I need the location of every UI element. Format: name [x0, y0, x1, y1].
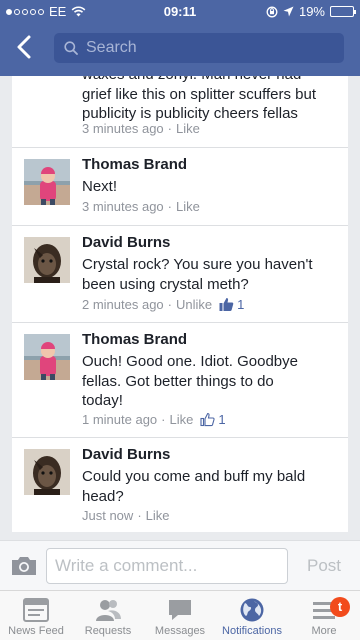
messages-icon	[169, 600, 191, 620]
comment-author[interactable]: David Burns	[82, 234, 170, 251]
comment-timestamp: 2 minutes ago	[82, 297, 164, 312]
comment-timestamp: Just now	[82, 508, 134, 523]
like-button[interactable]: Like	[176, 121, 200, 136]
comment-meta: 1 minute ago · Like 1	[82, 412, 226, 427]
like-count[interactable]: 1	[200, 412, 226, 427]
comment-input[interactable]	[46, 548, 288, 584]
comment-author[interactable]: David Burns	[82, 446, 170, 463]
like-button[interactable]: Like	[146, 508, 170, 523]
post-button[interactable]: Post	[296, 549, 352, 583]
battery-percentage: 19%	[298, 4, 325, 19]
avatar[interactable]	[24, 334, 70, 380]
unlike-button[interactable]: Unlike	[176, 297, 212, 312]
thumbs-up-icon	[219, 298, 234, 311]
comment-meta: Just now · Like	[82, 508, 170, 523]
like-count[interactable]: 1	[219, 297, 244, 312]
comment-text: waxes and zonyl. Man never had grief lik…	[82, 76, 316, 122]
battery-icon	[330, 6, 356, 17]
camera-icon[interactable]	[10, 555, 38, 577]
comment-timestamp: 3 minutes ago	[82, 199, 164, 214]
comment-timestamp: 1 minute ago	[82, 412, 158, 427]
tab-news-feed[interactable]: News Feed	[0, 591, 72, 640]
comment-text: Next!	[82, 178, 118, 195]
avatar[interactable]	[24, 237, 70, 283]
thumbs-up-outline-icon	[200, 412, 215, 427]
rotation-lock-icon	[266, 6, 278, 17]
tab-requests[interactable]: Requests	[72, 591, 144, 640]
comment-text: Crystal rock? You sure you haven't been …	[82, 256, 313, 293]
comment-meta: 3 minutes ago · Like	[82, 199, 200, 214]
like-button[interactable]: Like	[176, 199, 200, 214]
tab-messages[interactable]: Messages	[144, 591, 216, 640]
notification-badge: t	[330, 597, 350, 617]
comment-composer: Post	[0, 540, 360, 590]
comment-text: Ouch! Good one. Idiot. Goodbye fellas. G…	[82, 353, 298, 409]
comment-list: waxes and zonyl. Man never had grief lik…	[12, 76, 348, 532]
search-input[interactable]	[86, 39, 316, 57]
comment-author[interactable]: Thomas Brand	[82, 156, 187, 173]
comment-item: Thomas Brand Ouch! Good one. Idiot. Good…	[12, 322, 348, 437]
like-button[interactable]: Like	[170, 412, 194, 427]
comment-item: waxes and zonyl. Man never had grief lik…	[12, 76, 348, 146]
location-arrow-icon	[283, 6, 294, 17]
comment-item: David Burns Crystal rock? You sure you h…	[12, 225, 348, 322]
comment-author[interactable]: Thomas Brand	[82, 331, 187, 348]
comment-meta: 3 minutes ago · Like	[82, 121, 200, 136]
comment-item: David Burns Could you come and buff my b…	[12, 437, 348, 532]
news-feed-icon	[23, 598, 49, 622]
comment-timestamp: 3 minutes ago	[82, 121, 164, 136]
globe-icon	[240, 598, 264, 622]
search-icon	[64, 41, 78, 55]
comment-item: Thomas Brand Next! 3 minutes ago · Like	[12, 147, 348, 225]
tab-notifications[interactable]: Notifications	[216, 591, 288, 640]
back-arrow-icon[interactable]	[14, 34, 36, 60]
avatar[interactable]	[24, 449, 70, 495]
friend-requests-icon	[96, 600, 121, 621]
search-bar[interactable]	[54, 33, 344, 63]
avatar[interactable]	[24, 159, 70, 205]
tab-bar: News Feed Requests Messages Notification…	[0, 590, 360, 640]
comment-meta: 2 minutes ago · Unlike 1	[82, 297, 245, 312]
navigation-bar: EE 09:11 19%	[0, 0, 360, 76]
comment-text: Could you come and buff my bald head?	[82, 468, 306, 505]
status-bar: EE 09:11 19%	[0, 0, 360, 24]
tab-more[interactable]: t More	[288, 591, 360, 640]
